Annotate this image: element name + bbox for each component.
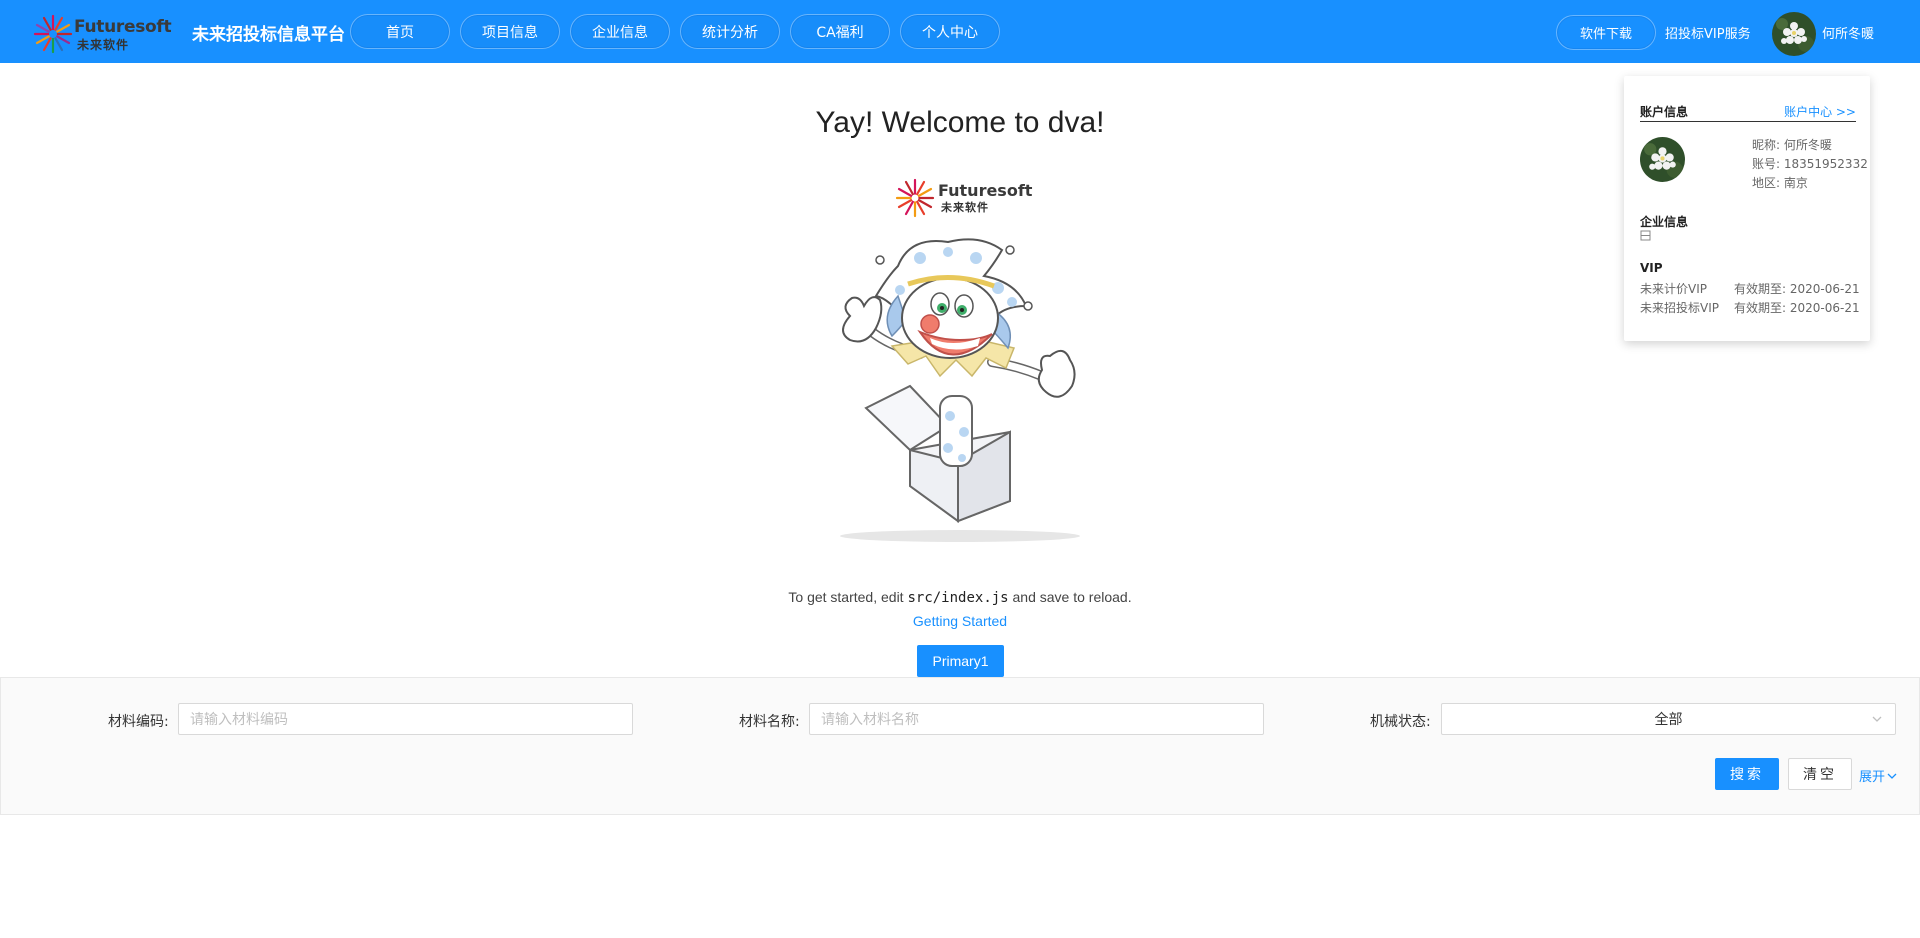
expand-label: 展开 [1859,770,1886,785]
primary-button[interactable]: Primary1 [917,645,1004,677]
logo-text-cn: 未来软件 [77,38,130,52]
expand-link[interactable]: 展开 [1859,766,1898,785]
company-icon [1640,230,1651,244]
instructions-code: src/index.js [907,590,1009,606]
vip-item-name: 未来计价VIP [1640,282,1707,296]
center-logo-text-cn: 未来软件 [941,201,989,214]
chevron-down-icon [1887,773,1897,779]
building-icon [1640,230,1651,241]
material-name-label: 材料名称: [739,714,800,730]
instructions-pre: To get started, edit [788,589,908,605]
vip-item-expiry: 有效期至: 2020-06-21 [1734,282,1860,296]
vip-service-link[interactable]: 招投标VIP服务 [1665,23,1751,42]
user-avatar[interactable] [1772,12,1816,56]
account-center-link[interactable]: 账户中心 >> [1784,103,1856,120]
futuresoft-logo[interactable]: Futuresoft 未来软件 [33,14,172,54]
account-card-header: 账户信息 账户中心 >> [1640,103,1856,122]
chevron-down-icon [1872,716,1882,722]
software-download-button[interactable]: 软件下载 [1556,15,1656,50]
account-dropdown: 账户信息 账户中心 >> 昵称: 何所冬暖 账号: 18351952332 地区… [1624,76,1870,341]
clown-illustration [840,238,1080,542]
getting-started-instructions: To get started, edit src/index.js and sa… [0,589,1920,606]
nav-companies[interactable]: 企业信息 [570,14,670,49]
material-name-input[interactable]: 请输入材料名称 [809,703,1264,735]
flower-avatar-icon [1640,137,1685,182]
nav-statistics[interactable]: 统计分析 [680,14,780,49]
filter-panel: 材料编码: 请输入材料编码 材料名称: 请输入材料名称 机械状态: 全部 搜索 … [0,677,1920,815]
logo-text-en: Futuresoft [74,17,172,37]
account-number: 账号: 18351952332 [1752,157,1868,171]
material-code-label: 材料编码: [108,714,169,730]
account-nickname: 昵称: 何所冬暖 [1752,138,1832,152]
company-info-title: 企业信息 [1640,215,1689,229]
search-button[interactable]: 搜索 [1715,758,1779,790]
center-futuresoft-logo: Futuresoft 未来软件 [895,176,1035,220]
platform-title: 未来招投标信息平台 [192,25,345,45]
flower-avatar-icon [1772,12,1816,56]
account-region: 地区: 南京 [1752,176,1808,190]
clear-button[interactable]: 清空 [1788,758,1852,790]
vip-section-title: VIP [1640,261,1663,275]
vip-item-name: 未来招投标VIP [1640,301,1719,315]
machine-status-select[interactable]: 全部 [1441,703,1896,735]
account-avatar [1640,137,1685,182]
main-nav: 首页 项目信息 企业信息 统计分析 CA福利 个人中心 [350,14,1010,49]
sunburst-logo-icon [895,178,935,218]
instructions-post: and save to reload. [1008,589,1132,605]
nav-home[interactable]: 首页 [350,14,450,49]
center-logo-text-en: Futuresoft [938,181,1033,200]
account-info-title: 账户信息 [1640,105,1689,119]
sunburst-logo-icon [33,14,73,54]
top-header: Futuresoft 未来软件 未来招投标信息平台 首页 项目信息 企业信息 统… [0,0,1920,63]
machine-status-value: 全部 [1654,712,1683,728]
user-name[interactable]: 何所冬暖 [1822,23,1874,42]
machine-status-label: 机械状态: [1370,714,1431,730]
getting-started-link[interactable]: Getting Started [0,613,1920,629]
nav-ca-benefits[interactable]: CA福利 [790,14,890,49]
vip-item-expiry: 有效期至: 2020-06-21 [1734,301,1860,315]
nav-projects[interactable]: 项目信息 [460,14,560,49]
nav-personal-center[interactable]: 个人中心 [900,14,1000,49]
material-code-input[interactable]: 请输入材料编码 [178,703,633,735]
